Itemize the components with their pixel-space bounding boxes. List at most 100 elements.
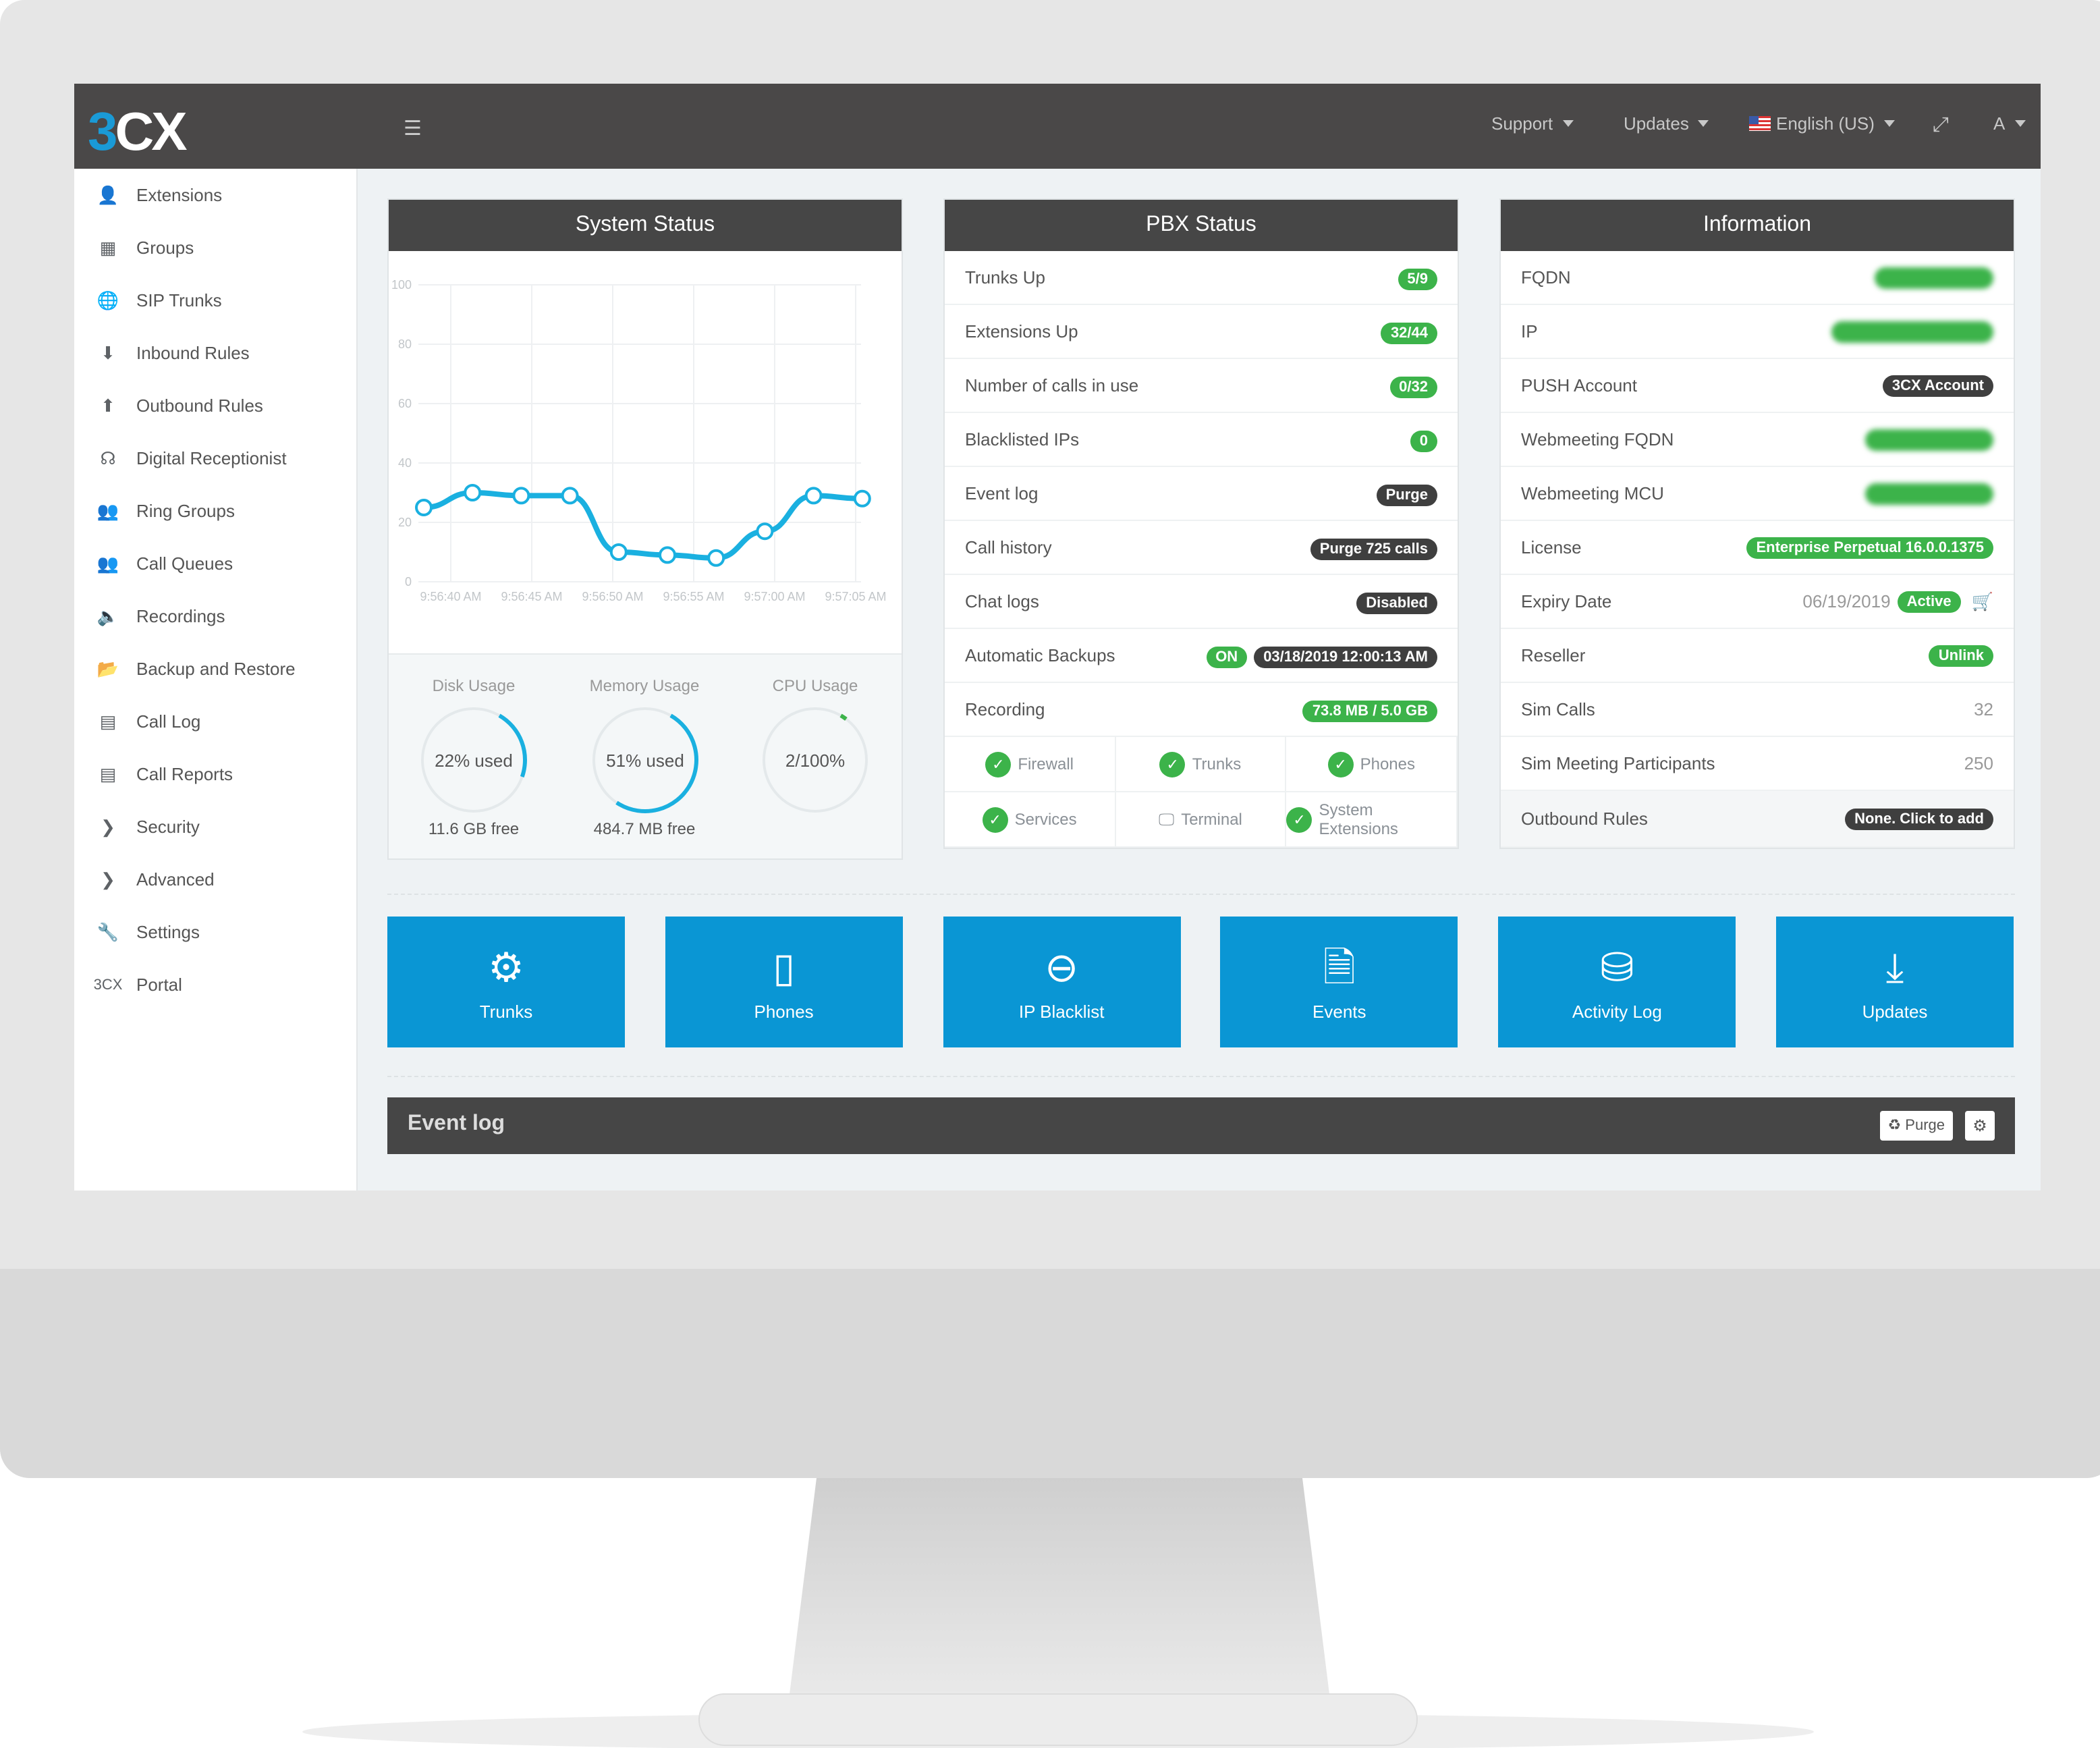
cart-icon[interactable]: 🛒 bbox=[1972, 591, 1993, 612]
language-label: English (US) bbox=[1776, 113, 1875, 134]
chevron-right-icon: ❯ bbox=[101, 816, 115, 836]
sidebar-item-inbound-rules[interactable]: ⬇ Inbound Rules bbox=[74, 327, 358, 379]
sidebar-item-label: Ring Groups bbox=[136, 501, 235, 521]
status-badge[interactable]: ON bbox=[1206, 647, 1248, 668]
status-badge[interactable]: 0 bbox=[1410, 431, 1437, 452]
panel-title: Information bbox=[1501, 200, 2014, 251]
user-icon: 👤 bbox=[96, 184, 119, 204]
event-log-bar: Event log ♻ Purge ⚙ bbox=[387, 1097, 2015, 1154]
sidebar-item-advanced[interactable]: ❯ Advanced bbox=[74, 853, 358, 906]
tile-trunks[interactable]: ⚙ Trunks bbox=[387, 917, 625, 1047]
data-point[interactable] bbox=[853, 489, 871, 508]
sidebar-item-label: Security bbox=[136, 817, 200, 837]
status-badge[interactable]: Enterprise Perpetual 16.0.0.1375 bbox=[1746, 537, 1993, 558]
status-badge[interactable]: Disabled bbox=[1356, 593, 1437, 614]
y-tick-label: 60 bbox=[398, 397, 412, 410]
support-menu[interactable]: Support bbox=[1491, 113, 1574, 134]
status-badge[interactable]: 5/9 bbox=[1398, 269, 1437, 290]
sidebar-item-security[interactable]: ❯ Security bbox=[74, 800, 358, 853]
status-badge[interactable]: 0/32 bbox=[1389, 377, 1437, 398]
sidebar-item-outbound-rules[interactable]: ⬆ Outbound Rules bbox=[74, 379, 358, 432]
info-row: Webmeeting MCU bbox=[1501, 467, 2014, 521]
status-badge[interactable]: None. Click to add bbox=[1845, 808, 1993, 829]
status-badge[interactable]: 3CX Account bbox=[1882, 375, 1993, 396]
sidebar-item-label: Call Queues bbox=[136, 553, 233, 574]
grid-icon: ▦ bbox=[99, 237, 117, 257]
check-icon: ✓ bbox=[1327, 751, 1354, 777]
row-label: Blacklisted IPs bbox=[965, 429, 1080, 449]
purge-button[interactable]: ♻ Purge bbox=[1879, 1111, 1953, 1141]
sidebar-item-call-queues[interactable]: 👥 Call Queues bbox=[74, 537, 358, 590]
updates-menu[interactable]: Updates bbox=[1624, 113, 1709, 134]
row-value: Disabled bbox=[1350, 591, 1437, 614]
service-terminal: 🖵 Terminal bbox=[1115, 792, 1287, 848]
data-point[interactable] bbox=[707, 549, 725, 567]
y-tick-label: 40 bbox=[398, 456, 412, 470]
row-label: Call history bbox=[965, 537, 1052, 557]
tile-label: Updates bbox=[1862, 1002, 1928, 1022]
logo[interactable]: 3CX bbox=[88, 103, 188, 163]
system-status-panel: System Status 0 20 40 60 80 100 9:56:40 AM 9:56… bbox=[387, 198, 903, 860]
fullscreen-icon[interactable]: ⤢ bbox=[1933, 113, 1949, 136]
tile-events[interactable]: 🗎 Events bbox=[1220, 917, 1458, 1047]
row-label: License bbox=[1521, 537, 1582, 557]
user-menu[interactable]: A bbox=[1993, 113, 2026, 134]
x-tick-label: 9:57:00 AM bbox=[744, 590, 805, 603]
sidebar-item-sip-trunks[interactable]: 🌐 SIP Trunks bbox=[74, 274, 358, 327]
menu-toggle-icon[interactable]: ☰ bbox=[404, 116, 422, 140]
caret-down-icon bbox=[1562, 120, 1574, 127]
status-badge[interactable]: 03/18/2019 12:00:13 AM bbox=[1254, 647, 1437, 668]
tile-phones[interactable]: ▯ Phones bbox=[665, 917, 903, 1047]
tile-label: IP Blacklist bbox=[1018, 1002, 1105, 1022]
speaker-icon: 🔈 bbox=[96, 605, 119, 626]
row-value bbox=[1875, 267, 1993, 288]
users-icon: 👥 bbox=[96, 553, 119, 573]
row-value: Enterprise Perpetual 16.0.0.1375 bbox=[1740, 537, 1993, 558]
language-menu[interactable]: English (US) bbox=[1749, 113, 1895, 134]
data-point[interactable] bbox=[512, 487, 530, 505]
data-point[interactable] bbox=[659, 546, 676, 564]
data-point[interactable] bbox=[464, 484, 482, 501]
data-point[interactable] bbox=[609, 543, 628, 561]
sidebar-item-digital-receptionist[interactable]: ☊ Digital Receptionist bbox=[74, 432, 358, 485]
sidebar-item-call-log[interactable]: ▤ Call Log bbox=[74, 695, 358, 748]
info-row: Outbound Rules None. Click to add bbox=[1501, 791, 2014, 848]
redacted-value bbox=[1831, 321, 1993, 342]
status-badge[interactable]: Purge bbox=[1376, 485, 1437, 506]
status-badge[interactable]: Active bbox=[1897, 591, 1961, 612]
row-value bbox=[1831, 321, 1993, 342]
x-tick-label: 9:56:55 AM bbox=[663, 590, 724, 603]
sidebar-item-groups[interactable]: ▦ Groups bbox=[74, 221, 358, 274]
row-label: Chat logs bbox=[965, 591, 1039, 611]
tile-ip-blacklist[interactable]: ⊖ IP Blacklist bbox=[943, 917, 1181, 1047]
sidebar-item-label: Call Reports bbox=[136, 764, 233, 784]
service-label: Firewall bbox=[1018, 755, 1074, 773]
service-system-extensions: ✓ System Extensions bbox=[1286, 792, 1458, 848]
row-label: Reseller bbox=[1521, 645, 1586, 665]
settings-gear-icon[interactable]: ⚙ bbox=[1965, 1111, 1995, 1141]
sidebar-item-backup-and-restore[interactable]: 📂 Backup and Restore bbox=[74, 643, 358, 695]
phone-icon: ▯ bbox=[773, 946, 796, 991]
gauge-label: CPU Usage bbox=[772, 676, 858, 695]
tile-activity-log[interactable]: ⛁ Activity Log bbox=[1498, 917, 1736, 1047]
sidebar-item-call-reports[interactable]: ▤ Call Reports bbox=[74, 748, 358, 800]
x-tick-label: 9:56:45 AM bbox=[501, 590, 562, 603]
data-point[interactable] bbox=[561, 487, 579, 505]
status-badge[interactable]: 32/44 bbox=[1381, 323, 1437, 344]
service-label: Phones bbox=[1360, 755, 1415, 773]
sidebar-item-extensions[interactable]: 👤 Extensions bbox=[74, 169, 358, 221]
tile-updates[interactable]: ⤓ Updates bbox=[1776, 917, 2014, 1047]
sidebar-item-recordings[interactable]: 🔈 Recordings bbox=[74, 590, 358, 643]
users-icon: 👥 bbox=[96, 500, 119, 520]
data-point[interactable] bbox=[756, 522, 774, 541]
status-badge[interactable]: Purge 725 calls bbox=[1310, 539, 1437, 560]
sidebar-item-ring-groups[interactable]: 👥 Ring Groups bbox=[74, 485, 358, 537]
data-point[interactable] bbox=[415, 499, 433, 516]
data-point[interactable] bbox=[804, 487, 823, 505]
row-label: Extensions Up bbox=[965, 321, 1078, 342]
sidebar-item-settings[interactable]: 🔧 Settings bbox=[74, 906, 358, 958]
status-badge[interactable]: 73.8 MB / 5.0 GB bbox=[1302, 701, 1437, 722]
cpu-line-chart: 0 20 40 60 80 100 9:56:40 AM 9:56:45 AM 9:56:50 … bbox=[391, 278, 887, 603]
status-badge[interactable]: Unlink bbox=[1929, 645, 1993, 666]
sidebar-item-portal[interactable]: 3CX Portal bbox=[74, 958, 358, 1011]
